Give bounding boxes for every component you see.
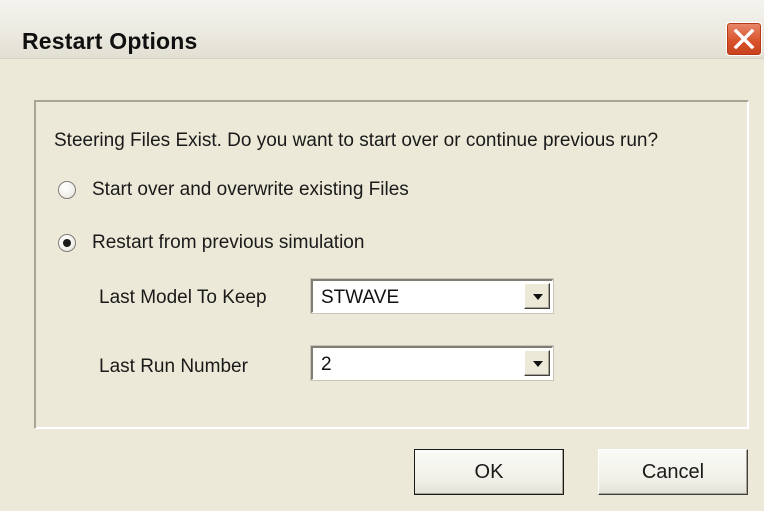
last-run-dropdown-button[interactable] (524, 350, 550, 376)
chevron-down-icon (533, 361, 543, 367)
last-run-label: Last Run Number (99, 356, 248, 377)
restart-options-dialog: Restart Options Steering Files Exist. Do… (0, 0, 764, 511)
restart-label: Restart from previous simulation (92, 232, 365, 253)
restart-option[interactable]: Restart from previous simulation (58, 230, 364, 256)
window-title: Restart Options (22, 28, 198, 54)
ok-button[interactable]: OK (414, 449, 564, 495)
cancel-button[interactable]: Cancel (598, 449, 748, 495)
last-model-dropdown-button[interactable] (524, 283, 550, 309)
start-over-radio[interactable] (58, 181, 76, 199)
chevron-down-icon (533, 294, 543, 300)
last-model-label: Last Model To Keep (99, 287, 267, 308)
last-model-combo[interactable]: STWAVE (311, 279, 553, 313)
start-over-option[interactable]: Start over and overwrite existing Files (58, 177, 409, 203)
last-model-value: STWAVE (321, 287, 400, 308)
start-over-label: Start over and overwrite existing Files (92, 179, 409, 200)
question-text: Steering Files Exist. Do you want to sta… (54, 130, 659, 151)
close-button[interactable] (726, 22, 762, 56)
last-run-combo[interactable]: 2 (311, 346, 553, 380)
title-bar[interactable]: Restart Options (0, 0, 764, 59)
restart-radio[interactable] (58, 234, 76, 252)
last-run-value: 2 (321, 354, 332, 375)
close-icon (733, 28, 755, 50)
